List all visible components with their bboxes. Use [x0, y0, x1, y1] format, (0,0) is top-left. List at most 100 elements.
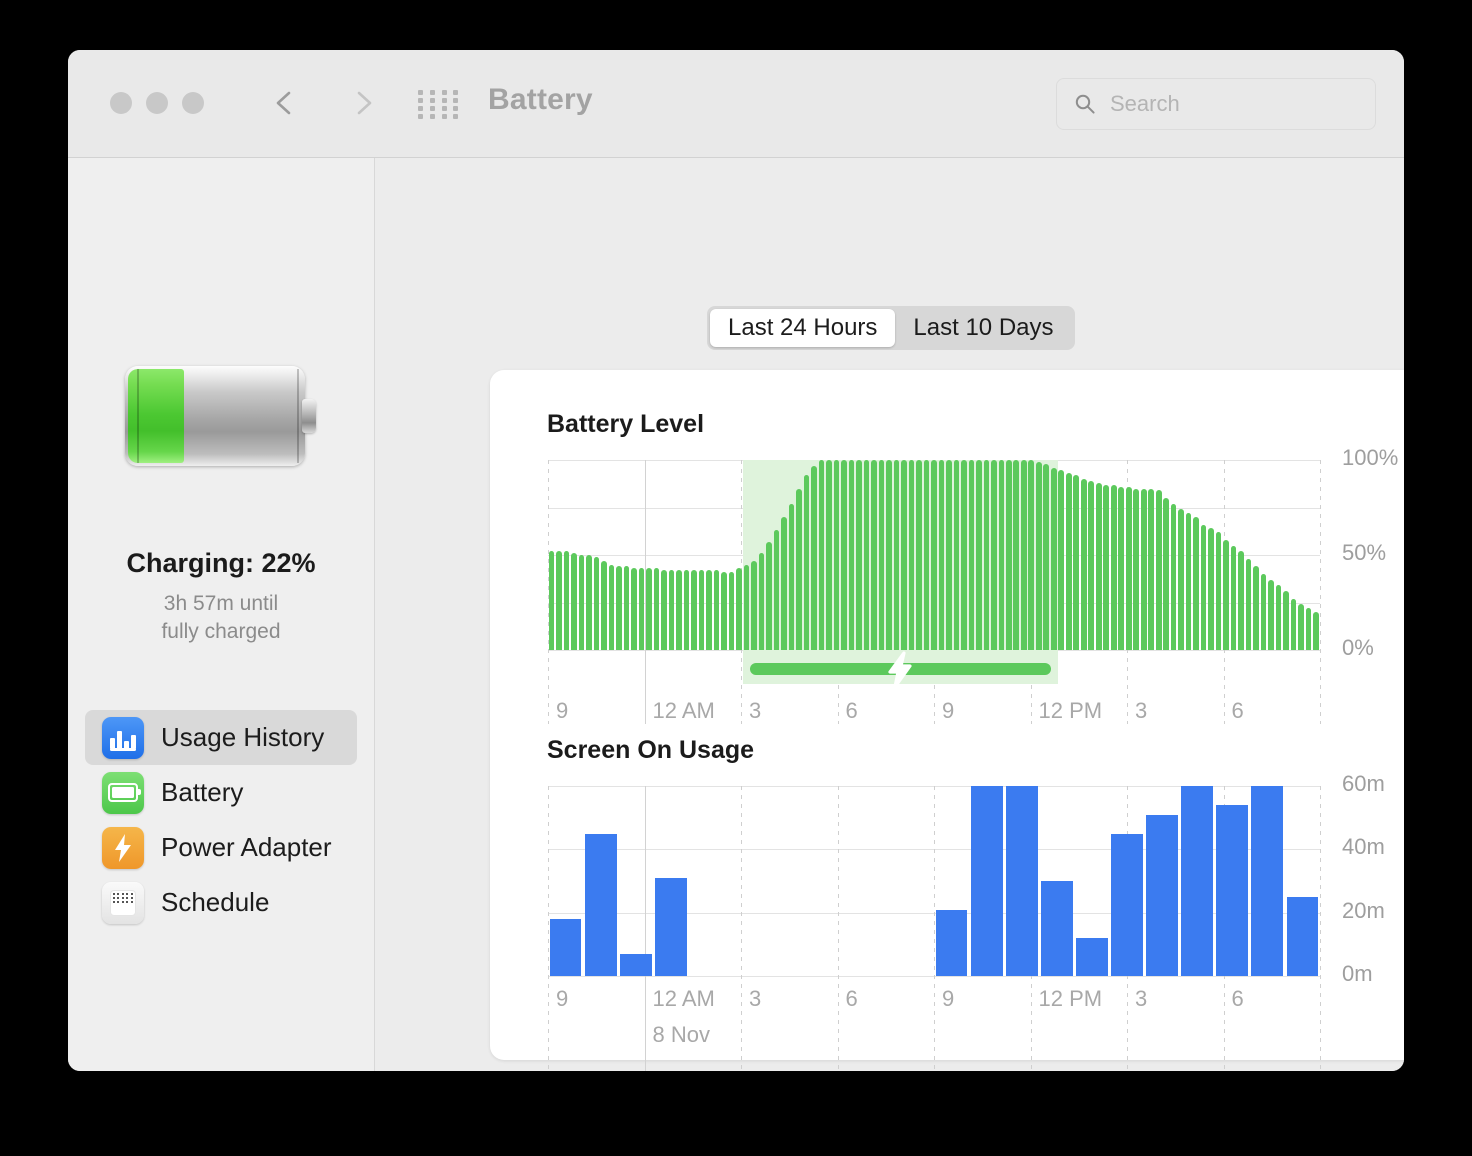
- battery-level-bar: [758, 553, 765, 650]
- battery-level-bar: [1148, 488, 1154, 650]
- battery-level-bar: [683, 570, 690, 650]
- battery-preferences-window: Battery Charging: 22% 3h 57m unt: [68, 50, 1404, 1071]
- maximize-button[interactable]: [182, 92, 204, 114]
- battery-level-bar: [548, 551, 555, 650]
- battery-level-bar: [803, 475, 810, 650]
- battery-level-bar: [811, 465, 817, 650]
- battery-level-bar: [1178, 509, 1184, 650]
- battery-level-bar: [1215, 532, 1222, 650]
- sidebar-item-usage-history[interactable]: Usage History: [85, 710, 357, 765]
- battery-level-bar: [661, 570, 667, 650]
- gridline-vertical: [1320, 786, 1321, 1071]
- screen-usage-bar: [1286, 896, 1319, 976]
- battery-level-bar: [893, 460, 900, 650]
- sidebar-nav: Usage History Battery Power Adapter Sche…: [85, 710, 357, 930]
- search-field[interactable]: [1056, 78, 1376, 130]
- window-content: Charging: 22% 3h 57m until fully charged…: [68, 158, 1404, 1071]
- battery-level-bar: [1065, 473, 1072, 650]
- battery-level-bar: [818, 460, 825, 650]
- battery-level-bar: [743, 564, 750, 650]
- x-axis-label: 9: [942, 698, 955, 723]
- battery-level-bar: [631, 568, 637, 650]
- sidebar-item-power-adapter[interactable]: Power Adapter: [85, 820, 357, 875]
- x-axis-label: 6: [845, 698, 858, 723]
- x-axis-label: 12 AM: [652, 698, 715, 723]
- battery-level-bar: [638, 568, 645, 650]
- battery-level-bar: [1313, 612, 1319, 650]
- minimize-button[interactable]: [146, 92, 168, 114]
- charge-status-headline: Charging: 22%: [126, 548, 316, 578]
- calendar-icon: [102, 881, 144, 924]
- back-button[interactable]: [268, 86, 302, 120]
- tab-last-24-hours[interactable]: Last 24 Hours: [710, 309, 896, 347]
- y-axis-label: 50%: [1342, 540, 1387, 565]
- time-range-segmented-control[interactable]: Last 24 Hours Last 10 Days: [707, 306, 1075, 350]
- battery-level-bar: [698, 570, 705, 650]
- close-button[interactable]: [110, 92, 132, 114]
- battery-level-bar: [1006, 460, 1012, 650]
- x-axis-label: 12 PM: [1038, 986, 1103, 1011]
- screen-usage-bar: [1181, 786, 1214, 976]
- battery-level-bar: [1133, 488, 1139, 650]
- screen-usage-bar: [619, 953, 652, 976]
- x-axis-label: 12 PM: [1038, 698, 1103, 723]
- battery-level-bar: [946, 460, 952, 650]
- battery-level-bar: [1238, 551, 1244, 650]
- x-axis-label: 12 AM: [652, 986, 715, 1011]
- y-axis-label: 40m: [1342, 834, 1385, 860]
- battery-level-bar: [691, 570, 697, 650]
- x-axis-label: 9: [556, 986, 569, 1011]
- battery-level-bar: [1155, 490, 1162, 650]
- gridline-vertical: [1320, 460, 1321, 724]
- battery-level-bar: [788, 503, 795, 650]
- screen-usage-bar: [1005, 786, 1038, 976]
- screen-usage-bar: [1111, 833, 1143, 976]
- x-axis-label: 6: [1231, 986, 1244, 1011]
- y-axis-label: 20m: [1342, 897, 1385, 923]
- show-all-grid-icon[interactable]: [418, 89, 462, 119]
- battery-level-bar: [578, 555, 585, 650]
- search-input[interactable]: [1108, 90, 1342, 118]
- detail-pane: Last 24 Hours Last 10 Days Battery Level…: [375, 158, 1404, 1071]
- battery-level-bar: [1043, 463, 1050, 650]
- battery-level-bar: [586, 555, 592, 650]
- battery-level-bar: [998, 460, 1005, 650]
- screen-usage-bar: [1216, 805, 1249, 976]
- sidebar-item-label: Battery: [161, 777, 244, 807]
- battery-level-bar: [931, 460, 937, 650]
- battery-level-bar: [1283, 591, 1289, 650]
- battery-level-bar: [886, 460, 892, 650]
- battery-level-bar: [1125, 486, 1132, 650]
- battery-level-bar: [1268, 579, 1274, 650]
- x-axis-label: 6: [845, 986, 858, 1011]
- tab-last-10-days[interactable]: Last 10 Days: [895, 309, 1071, 347]
- forward-button[interactable]: [346, 86, 380, 120]
- battery-level-bar: [1020, 460, 1027, 650]
- screen-usage-bar: [1251, 786, 1284, 976]
- y-axis-label: 0m: [1342, 961, 1373, 986]
- x-axis-label: 3: [1135, 986, 1148, 1011]
- battery-level-bar: [736, 568, 742, 650]
- battery-level-bar: [796, 488, 802, 650]
- y-axis-label: 0%: [1342, 635, 1374, 660]
- battery-level-bar: [1095, 482, 1102, 650]
- sidebar-item-schedule[interactable]: Schedule: [85, 875, 357, 930]
- battery-level-bar: [563, 551, 570, 650]
- battery-level-bar: [1193, 517, 1199, 650]
- battery-level-bar: [1163, 498, 1169, 650]
- battery-level-bar: [1050, 467, 1057, 650]
- battery-level-bar: [863, 460, 870, 650]
- day-boundary-line: [644, 786, 646, 1071]
- battery-level-bar: [781, 517, 787, 650]
- sidebar-item-battery[interactable]: Battery: [85, 765, 357, 820]
- screen-on-usage-chart: 0m 20m 40m 60m 9 12 AM 8 Nov 3 6 9 12 PM 3 6: [548, 771, 1385, 1071]
- battery-level-bar: [923, 460, 930, 650]
- battery-level-bar: [901, 460, 907, 650]
- search-icon: [1075, 94, 1095, 114]
- screen-usage-bar: [654, 877, 687, 976]
- battery-level-bar: [1253, 566, 1259, 650]
- battery-level-bar: [593, 556, 600, 650]
- battery-level-bar: [1185, 513, 1192, 650]
- battery-level-bar: [668, 570, 675, 650]
- window-titlebar: Battery: [68, 50, 1404, 158]
